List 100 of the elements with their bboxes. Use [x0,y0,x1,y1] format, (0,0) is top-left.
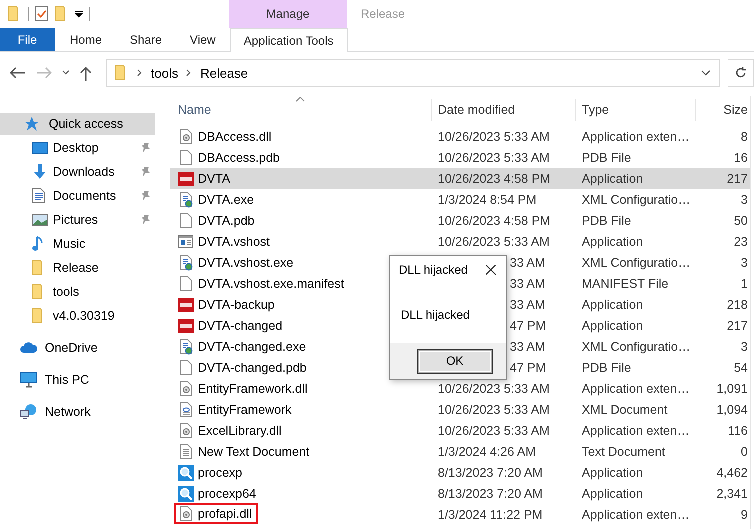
ribbon-tab[interactable]: Application Tools [230,28,348,52]
ribbon-tab[interactable]: View [176,28,230,51]
file-name: DVTA-backup [198,298,275,312]
checklist-icon [35,6,49,22]
sidebar-item[interactable]: Documents [0,184,155,208]
date-cell: 33 AM [510,340,546,354]
globe-file-icon [178,192,194,208]
size-cell: 9 [741,508,748,522]
size-cell: 0 [741,444,748,458]
sidebar-item[interactable]: Pictures [0,208,155,232]
type-cell: Application [582,298,644,312]
type-cell: XML Configuratio… [582,340,691,354]
file-name: EntityFramework.dll [198,382,308,396]
gear-file-icon [178,422,194,438]
file-name: New Text Document [198,444,310,458]
file-name: DVTA.vshost [198,234,270,248]
dropdown-icon[interactable] [75,10,83,18]
sidebar-item[interactable]: tools [0,280,155,304]
sidebar-item[interactable]: Network [0,396,155,428]
gear-file-icon [178,506,194,522]
file-name: ExcelLibrary.dll [198,424,282,438]
type-cell: XML Document [582,402,668,416]
type-cell: Application [582,172,644,186]
ribbon-tab[interactable]: File [0,28,55,51]
file-name: DVTA.vshost.exe [198,256,294,270]
back-arrow-icon[interactable] [10,67,26,79]
date-cell: 8/13/2023 7:20 AM [438,486,543,500]
up-arrow-icon[interactable] [80,66,92,80]
size-cell: 4,462 [716,466,748,480]
date-cell: 47 PM [510,318,546,332]
date-cell: 1/3/2024 4:26 AM [438,444,536,458]
sidebar-item[interactable]: Downloads [0,160,155,184]
blank-file-icon [178,360,194,376]
globe-file-icon [178,254,194,270]
caret-icon[interactable] [701,70,711,76]
date-cell: 33 AM [510,276,546,290]
column-header[interactable]: Type [576,99,696,121]
date-cell: 33 AM [510,256,546,270]
date-cell: 10/26/2023 5:33 AM [438,402,550,416]
date-cell: 47 PM [510,360,546,374]
type-cell: Application [582,318,644,332]
picture-icon [32,213,48,227]
date-cell: 10/26/2023 5:33 AM [438,150,550,164]
breadcrumb[interactable]: tools [151,66,178,80]
type-cell: Application [582,234,644,248]
type-cell: XML Configuratio… [582,192,691,206]
date-cell: 10/26/2023 5:33 AM [438,130,550,144]
sidebar-item[interactable]: This PC [0,364,155,396]
type-cell: Application exten… [582,382,690,396]
date-cell: 1/3/2024 11:22 PM [438,508,543,522]
ribbon-tab[interactable]: Share [116,28,176,51]
date-cell: 1/3/2024 8:54 PM [438,192,537,206]
blank-file-icon [178,212,194,228]
dialog-title: DLL hijacked [399,263,468,277]
size-cell: 217 [727,172,748,186]
size-cell: 54 [734,360,748,374]
column-header[interactable]: Date modified [432,99,576,121]
date-cell: 10/26/2023 5:33 AM [438,382,550,396]
breadcrumb[interactable]: Release [200,66,248,80]
sidebar-item[interactable]: Desktop [0,136,155,160]
date-cell: 33 AM [510,298,546,312]
date-cell: 10/26/2023 4:58 PM [438,172,551,186]
size-cell: 3 [741,256,748,270]
refresh-icon [734,67,746,79]
file-name: DVTA.vshost.exe.manifest [198,276,344,290]
document-icon [32,188,46,204]
size-cell: 218 [727,298,748,312]
size-cell: 217 [727,318,748,332]
pin-icon [141,214,151,226]
type-cell: MANIFEST File [582,276,669,290]
ribbon-tab[interactable]: Home [55,28,116,51]
date-cell: 10/26/2023 5:33 AM [438,424,550,438]
size-cell: 2,341 [716,486,748,500]
size-cell: 16 [734,150,748,164]
file-name: DBAccess.dll [198,130,272,144]
dialog-message: DLL hijacked [401,308,470,322]
sidebar-item[interactable]: Release [0,256,155,280]
file-name: procexp [198,466,242,480]
type-cell: PDB File [582,150,632,164]
selected-row[interactable]: DVTA 10/26/2023 4:58 PM Application 217 [170,168,750,189]
sidebar-item[interactable]: Quick access [0,113,155,135]
gear-file-icon [178,380,194,396]
refresh-button[interactable] [728,59,754,87]
sidebar-item[interactable]: v4.0.30319 [0,304,155,328]
monitor-icon [32,141,48,155]
app-icon [178,170,194,186]
column-header[interactable]: Size [696,99,750,121]
sidebar-item[interactable]: OneDrive [0,332,155,364]
size-cell: 3 [741,192,748,206]
gear-file-icon [178,128,194,144]
type-cell: Application exten… [582,424,690,438]
type-cell: Application [582,486,644,500]
file-name: DVTA [198,172,230,186]
ok-button[interactable]: OK [418,350,492,372]
sidebar-item[interactable]: Music [0,232,155,256]
caret-icon[interactable] [62,70,70,76]
address-field[interactable]: tools Release [106,59,720,87]
column-header[interactable]: Name [170,99,432,121]
size-cell: 1,091 [716,382,748,396]
date-cell: 10/26/2023 5:33 AM [438,234,550,248]
